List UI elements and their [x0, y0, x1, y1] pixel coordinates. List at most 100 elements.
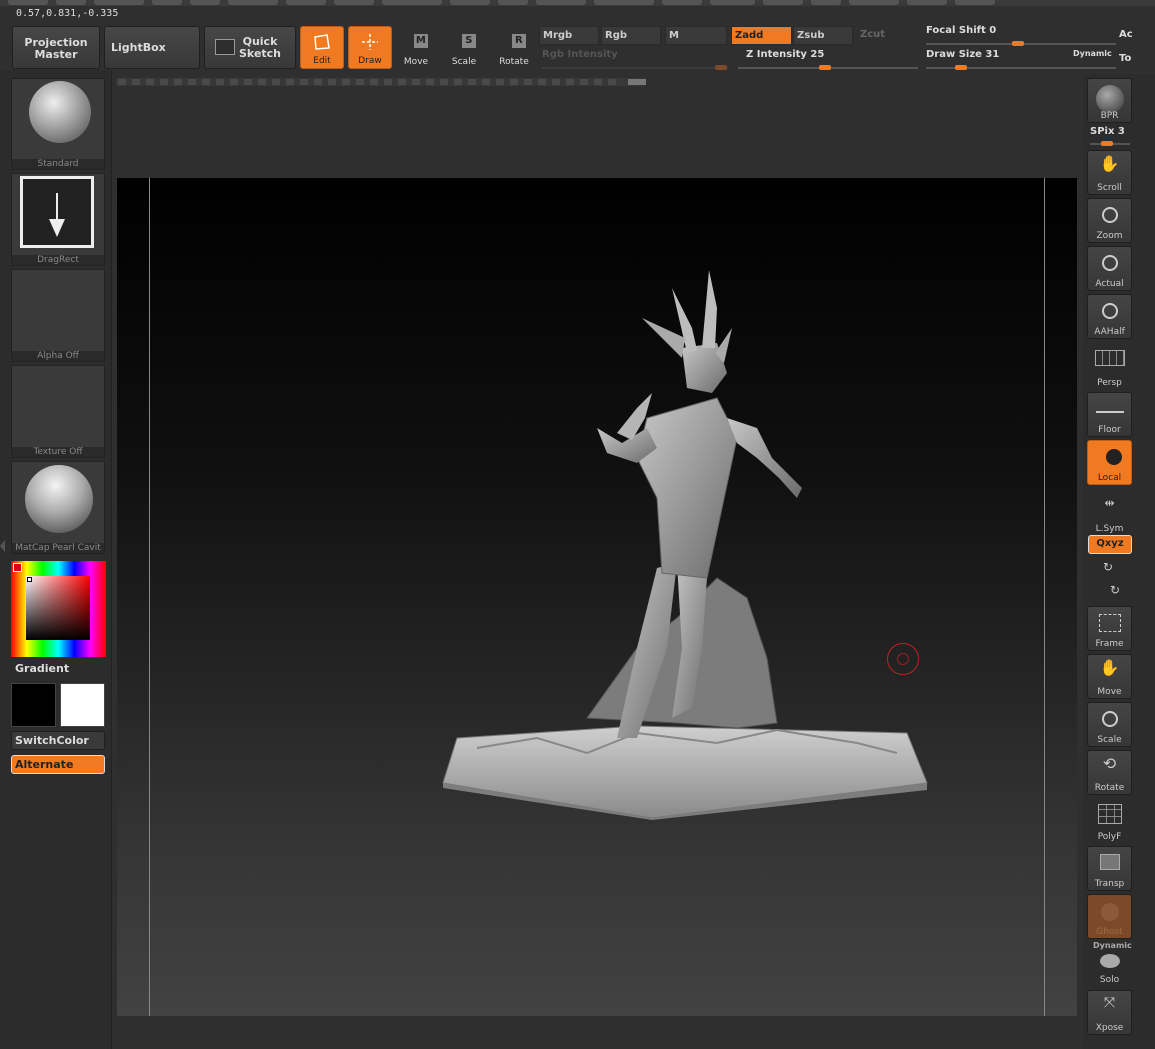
gradient-toggle[interactable]: Gradient [15, 662, 69, 675]
zcut-button[interactable]: Zcut [857, 26, 917, 45]
xyz-button[interactable]: Qxyz [1088, 535, 1132, 554]
left-tray-arrow-icon[interactable] [0, 540, 5, 552]
lightbox-label: LightBox [111, 41, 166, 54]
rgb-intensity-track[interactable] [542, 67, 728, 69]
bpr-button[interactable]: BPR [1087, 78, 1132, 123]
frame-label: Frame [1095, 639, 1124, 649]
rgb-intensity-knob[interactable] [715, 65, 727, 70]
lightbox-button[interactable]: LightBox [104, 26, 200, 69]
projection-master-button[interactable]: Projection Master [12, 26, 100, 69]
stroke-label: DragRect [12, 255, 104, 265]
polyf-label: PolyF [1097, 832, 1122, 842]
scroll-label: Scroll [1097, 183, 1122, 193]
color-square[interactable] [26, 576, 90, 640]
perspective-grid-icon [1094, 350, 1125, 366]
frame-button[interactable]: Frame [1087, 606, 1132, 651]
spix-knob[interactable] [1101, 141, 1113, 146]
rotate-z-icon[interactable]: ↻ [1110, 583, 1120, 597]
quick-sketch-button[interactable]: Quick Sketch [204, 26, 296, 69]
texture-slot[interactable]: Texture Off [11, 365, 105, 458]
material-slot[interactable]: MatCap Pearl Cavit [11, 461, 105, 554]
color-picker[interactable] [11, 561, 106, 657]
m-button[interactable]: M [665, 26, 727, 45]
xpose-arrows-icon: ⤧ [1103, 995, 1116, 1011]
floor-icon [1095, 411, 1124, 413]
transp-label: Transp [1094, 879, 1125, 889]
rotate-view-label: Rotate [1094, 783, 1125, 793]
focal-shift-slider[interactable]: Focal Shift 0 [926, 25, 996, 36]
lsym-button[interactable]: ⇹ L.Sym [1087, 490, 1132, 535]
floor-button[interactable]: Floor [1087, 392, 1132, 437]
zoom-button[interactable]: Zoom [1087, 198, 1132, 243]
solo-label: Solo [1099, 975, 1120, 985]
polyf-button[interactable]: PolyF [1087, 798, 1132, 843]
xpose-button[interactable]: ⤧ Xpose [1087, 990, 1132, 1035]
draw-size-knob[interactable] [955, 65, 967, 70]
document-canvas[interactable] [117, 178, 1077, 1016]
magnifier-icon [1101, 207, 1118, 223]
to-button[interactable]: To [1119, 53, 1131, 64]
scale-button[interactable]: S Scale [444, 26, 484, 69]
rotate-button[interactable]: R Rotate [494, 26, 534, 69]
stroke-slot[interactable]: DragRect [11, 173, 105, 266]
edit-icon [314, 34, 330, 50]
scale-view-button[interactable]: Scale [1087, 702, 1132, 747]
move-button[interactable]: M Move [396, 26, 436, 69]
scroll-button[interactable]: ✋ Scroll [1087, 150, 1132, 195]
transp-button[interactable]: Transp [1087, 846, 1132, 891]
move-hand-icon: ✋ [1099, 658, 1120, 677]
secondary-color-swatch[interactable] [60, 683, 105, 727]
aahalf-button[interactable]: AAHalf [1087, 294, 1132, 339]
focal-shift-knob[interactable] [1012, 41, 1024, 46]
mrgb-button[interactable]: Mrgb [539, 26, 599, 45]
actual-label: Actual [1095, 279, 1124, 289]
ghost-label: Ghost [1096, 927, 1123, 937]
coordinates-readout: 0.57,0.831,-0.335 [16, 8, 119, 19]
zoom-label: Zoom [1096, 231, 1123, 241]
local-icon [1105, 449, 1122, 465]
current-color-swatch [13, 563, 22, 572]
color-marker [27, 577, 32, 582]
sculpt-model[interactable] [117, 178, 1077, 1016]
rotate-view-button[interactable]: ⟲ Rotate [1087, 750, 1132, 795]
spix-slider[interactable]: SPix 3 [1090, 126, 1125, 137]
rotate-label: Rotate [499, 57, 529, 67]
ac-button[interactable]: Ac [1119, 29, 1133, 40]
persp-button[interactable]: Persp [1087, 344, 1132, 389]
draw-size-slider[interactable]: Draw Size 31 [926, 49, 999, 60]
material-label: MatCap Pearl Cavit [12, 543, 104, 553]
alternate-button[interactable]: Alternate [11, 755, 105, 774]
local-button[interactable]: Local [1087, 440, 1132, 485]
texture-label: Texture Off [12, 447, 104, 457]
zsub-button[interactable]: Zsub [793, 26, 853, 45]
move-view-button[interactable]: ✋ Move [1087, 654, 1132, 699]
tab-ruler [116, 78, 646, 86]
zadd-button[interactable]: Zadd [731, 26, 792, 45]
draw-button[interactable]: Draw [348, 26, 392, 69]
dynamic-solo-toggle[interactable]: Dynamic [1093, 941, 1132, 950]
rgb-button[interactable]: Rgb [601, 26, 661, 45]
primary-color-swatch[interactable] [11, 683, 56, 727]
frame-icon [1098, 614, 1121, 632]
scale-icon: S [461, 34, 476, 48]
rgb-intensity-slider[interactable]: Rgb Intensity [542, 49, 618, 60]
local-label: Local [1097, 473, 1122, 483]
alpha-slot[interactable]: Alpha Off [11, 269, 105, 362]
dynamic-toggle[interactable]: Dynamic [1073, 49, 1112, 58]
switchcolor-button[interactable]: SwitchColor [11, 731, 105, 750]
dragrect-icon [20, 176, 94, 248]
z-intensity-knob[interactable] [819, 65, 831, 70]
rotate-lock-icon: ⟲ [1102, 754, 1117, 773]
move-icon: M [413, 34, 428, 48]
solo-button[interactable]: Solo [1087, 952, 1132, 986]
alpha-label: Alpha Off [12, 351, 104, 361]
edit-button[interactable]: Edit [300, 26, 344, 69]
actual-button[interactable]: Actual [1087, 246, 1132, 291]
z-intensity-slider[interactable]: Z Intensity 25 [746, 49, 824, 60]
rotate-icon: R [511, 34, 526, 48]
brush-slot[interactable]: Standard [11, 78, 105, 170]
scale-label: Scale [451, 57, 477, 67]
ghost-button[interactable]: Ghost [1087, 894, 1132, 939]
rotate-y-icon[interactable]: ↻ [1103, 560, 1113, 574]
draw-icon [362, 34, 378, 50]
